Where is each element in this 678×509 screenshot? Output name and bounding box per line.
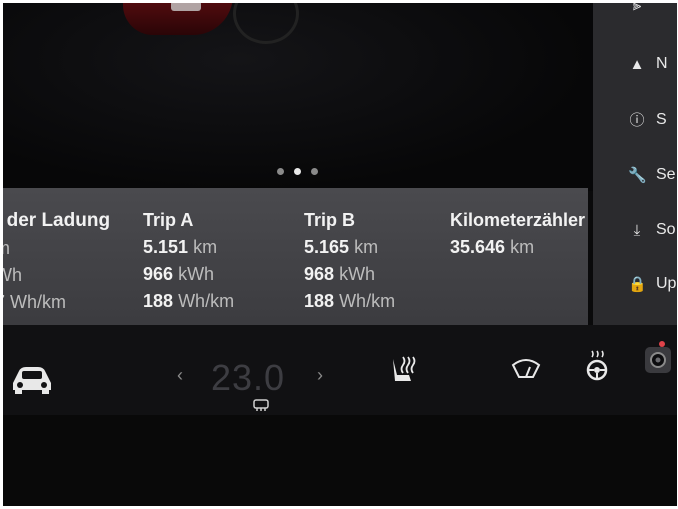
sidebar-item-upgrades[interactable]: 🔒 Up [628, 275, 676, 293]
column-title: Trip B [304, 210, 356, 230]
wrench-icon: 🔧 [628, 167, 647, 184]
trip-column-trip-a: Trip A 5.151 km 966 kWh 188 Wh/km [143, 210, 234, 312]
trip-panel[interactable]: t der Ladung m Wh 7 Wh/km Trip A 5.151 k… [3, 188, 588, 333]
seat-heater-icon[interactable] [387, 353, 421, 392]
trip-column-trip-b: Trip B 5.165 km 968 kWh 188 Wh/km [304, 210, 395, 312]
steering-wheel-heater-icon[interactable] [584, 349, 610, 386]
temperature-decrease-button[interactable]: ‹ [177, 365, 183, 386]
rear-defrost-icon[interactable] [253, 399, 269, 414]
sidebar-item-software[interactable]: ⤓ So [628, 221, 676, 239]
column-title: Kilometerzähler [450, 210, 586, 230]
consumption-value: 188 Wh/km [304, 291, 396, 311]
column-title: Trip A [143, 210, 194, 230]
carousel-dots [277, 168, 318, 175]
energy-value: 966 kWh [143, 264, 215, 284]
consumption-value: 7 Wh/km [3, 292, 67, 312]
trip-column-since-charge: t der Ladung m Wh 7 Wh/km [3, 210, 110, 313]
lock-icon: 🔒 [628, 276, 647, 293]
download-icon: ⤓ [633, 221, 641, 239]
car-image [123, 3, 233, 35]
navigation-arrow-icon: ▲ [629, 55, 645, 73]
temperature-increase-button[interactable]: › [317, 365, 323, 386]
column-title: t der Ladung [3, 210, 111, 231]
distance-value: 5.165 km [304, 237, 379, 257]
camera-status-dot [659, 341, 665, 347]
settings-sidebar: ⫸ ▲ N ⓘ S 🔧 Se ⤓ So 🔒 Up [593, 3, 677, 325]
car-icon[interactable] [9, 363, 55, 400]
sidebar-item-safety[interactable]: ⓘ S [628, 109, 666, 130]
car-view[interactable] [3, 3, 593, 191]
trip-column-odometer: Kilometerzähler 35.646 km [450, 210, 585, 258]
carousel-dot-1[interactable] [277, 168, 284, 175]
bottom-control-bar: ‹ 23.0 › [3, 325, 677, 415]
consumption-value: 188 Wh/km [143, 291, 235, 311]
sidebar-item-navigation[interactable]: ▲ N [628, 55, 668, 73]
carousel-dot-2[interactable] [294, 168, 301, 175]
sidebar-item-service[interactable]: 🔧 Se [628, 166, 676, 184]
distance-value: m [3, 238, 110, 259]
alert-icon: ⓘ [629, 112, 645, 129]
wiper-icon[interactable] [511, 357, 541, 384]
sidebar-item-seat[interactable]: ⫸ [628, 3, 656, 14]
cabin-temperature[interactable]: 23.0 [211, 357, 285, 399]
carousel-dot-3[interactable] [311, 168, 318, 175]
odometer-value: 35.646 km [450, 237, 535, 257]
touchscreen: t der Ladung m Wh 7 Wh/km Trip A 5.151 k… [3, 3, 677, 506]
seat-adjust-icon: ⫸ [632, 3, 642, 14]
energy-value: Wh [3, 265, 22, 285]
car-wheel-image [233, 3, 299, 44]
energy-value: 968 kWh [304, 264, 376, 284]
dark-bezel [3, 415, 677, 506]
distance-value: 5.151 km [143, 237, 218, 257]
camera-icon[interactable] [643, 341, 673, 380]
